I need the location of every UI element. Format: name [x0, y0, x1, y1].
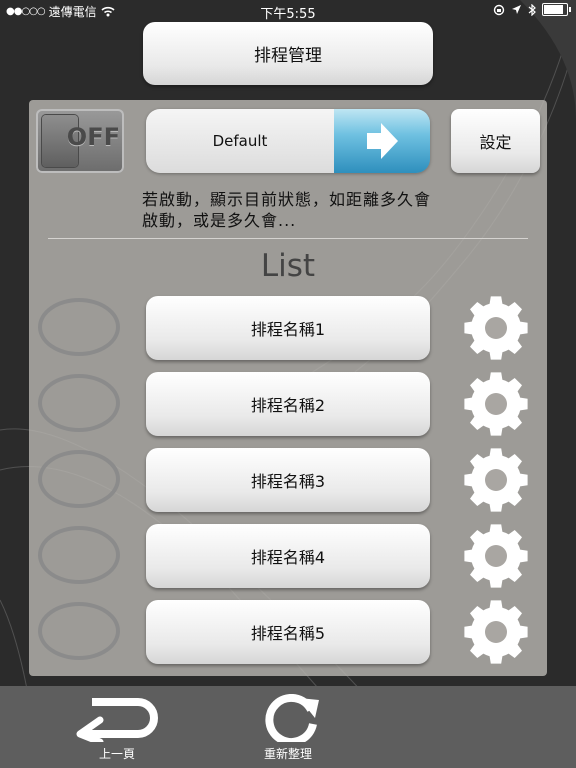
- status-right: [493, 3, 571, 16]
- title-button[interactable]: 排程管理: [143, 22, 433, 85]
- gear-icon[interactable]: [455, 445, 537, 515]
- schedule-radio-1[interactable]: [38, 298, 120, 356]
- location-icon: [512, 5, 521, 14]
- schedule-button-3[interactable]: 排程名稱3: [146, 448, 430, 512]
- list-title: List: [260, 248, 316, 284]
- gear-hole: [485, 621, 507, 643]
- status-bar: ●●○○○ 遠傳電信 下午5:55: [0, 0, 576, 22]
- status-message: 若啟動，顯示目前狀態，如距離多久會啟動，或是多久會...: [142, 190, 432, 230]
- schedule-selector[interactable]: Default: [146, 109, 430, 173]
- gear-icon[interactable]: [455, 597, 537, 667]
- settings-button[interactable]: 設定: [451, 109, 540, 173]
- settings-button-label: 設定: [479, 133, 512, 152]
- gear-hole: [485, 469, 507, 491]
- rotation-lock-icon: [493, 4, 505, 15]
- bluetooth-icon: [528, 3, 536, 16]
- battery-icon: [542, 3, 571, 16]
- bottom-toolbar: 上一頁 重新整理: [0, 686, 576, 768]
- back-arrow-icon: [76, 698, 158, 742]
- refresh-icon: [265, 694, 319, 742]
- toggle-label: OFF: [66, 123, 120, 151]
- status-time: 下午5:55: [260, 7, 316, 22]
- gear-icon[interactable]: [455, 293, 537, 363]
- back-button-label: 上一頁: [98, 747, 135, 761]
- schedule-name: 排程名稱5: [250, 624, 326, 643]
- schedule-button-2[interactable]: 排程名稱2: [146, 372, 430, 436]
- schedule-button-1[interactable]: 排程名稱1: [146, 296, 430, 360]
- schedule-radio-4[interactable]: [38, 526, 120, 584]
- refresh-button[interactable]: 重新整理: [233, 686, 343, 768]
- off-toggle-switch[interactable]: OFF: [36, 109, 124, 173]
- schedule-radio-3[interactable]: [38, 450, 120, 508]
- gear-hole: [485, 393, 507, 415]
- schedule-name: 排程名稱3: [250, 472, 326, 491]
- schedule-name: 排程名稱4: [250, 548, 326, 567]
- schedule-name: 排程名稱2: [250, 396, 326, 415]
- arrow-right-icon: [367, 123, 398, 159]
- schedule-name: 排程名稱1: [250, 320, 326, 339]
- gear-hole: [485, 317, 507, 339]
- schedule-button-4[interactable]: 排程名稱4: [146, 524, 430, 588]
- refresh-button-label: 重新整理: [263, 747, 312, 761]
- gear-icon[interactable]: [455, 521, 537, 591]
- schedule-button-5[interactable]: 排程名稱5: [146, 600, 430, 664]
- schedule-radio-5[interactable]: [38, 602, 120, 660]
- back-button[interactable]: 上一頁: [62, 686, 172, 768]
- battery-fill: [544, 5, 563, 14]
- title-button-label: 排程管理: [254, 46, 322, 66]
- schedule-radio-2[interactable]: [38, 374, 120, 432]
- selector-arrow-button[interactable]: [334, 109, 430, 173]
- schedule-selector-value: Default: [146, 109, 334, 173]
- gear-hole: [485, 545, 507, 567]
- gear-icon[interactable]: [455, 369, 537, 439]
- divider: [48, 238, 528, 239]
